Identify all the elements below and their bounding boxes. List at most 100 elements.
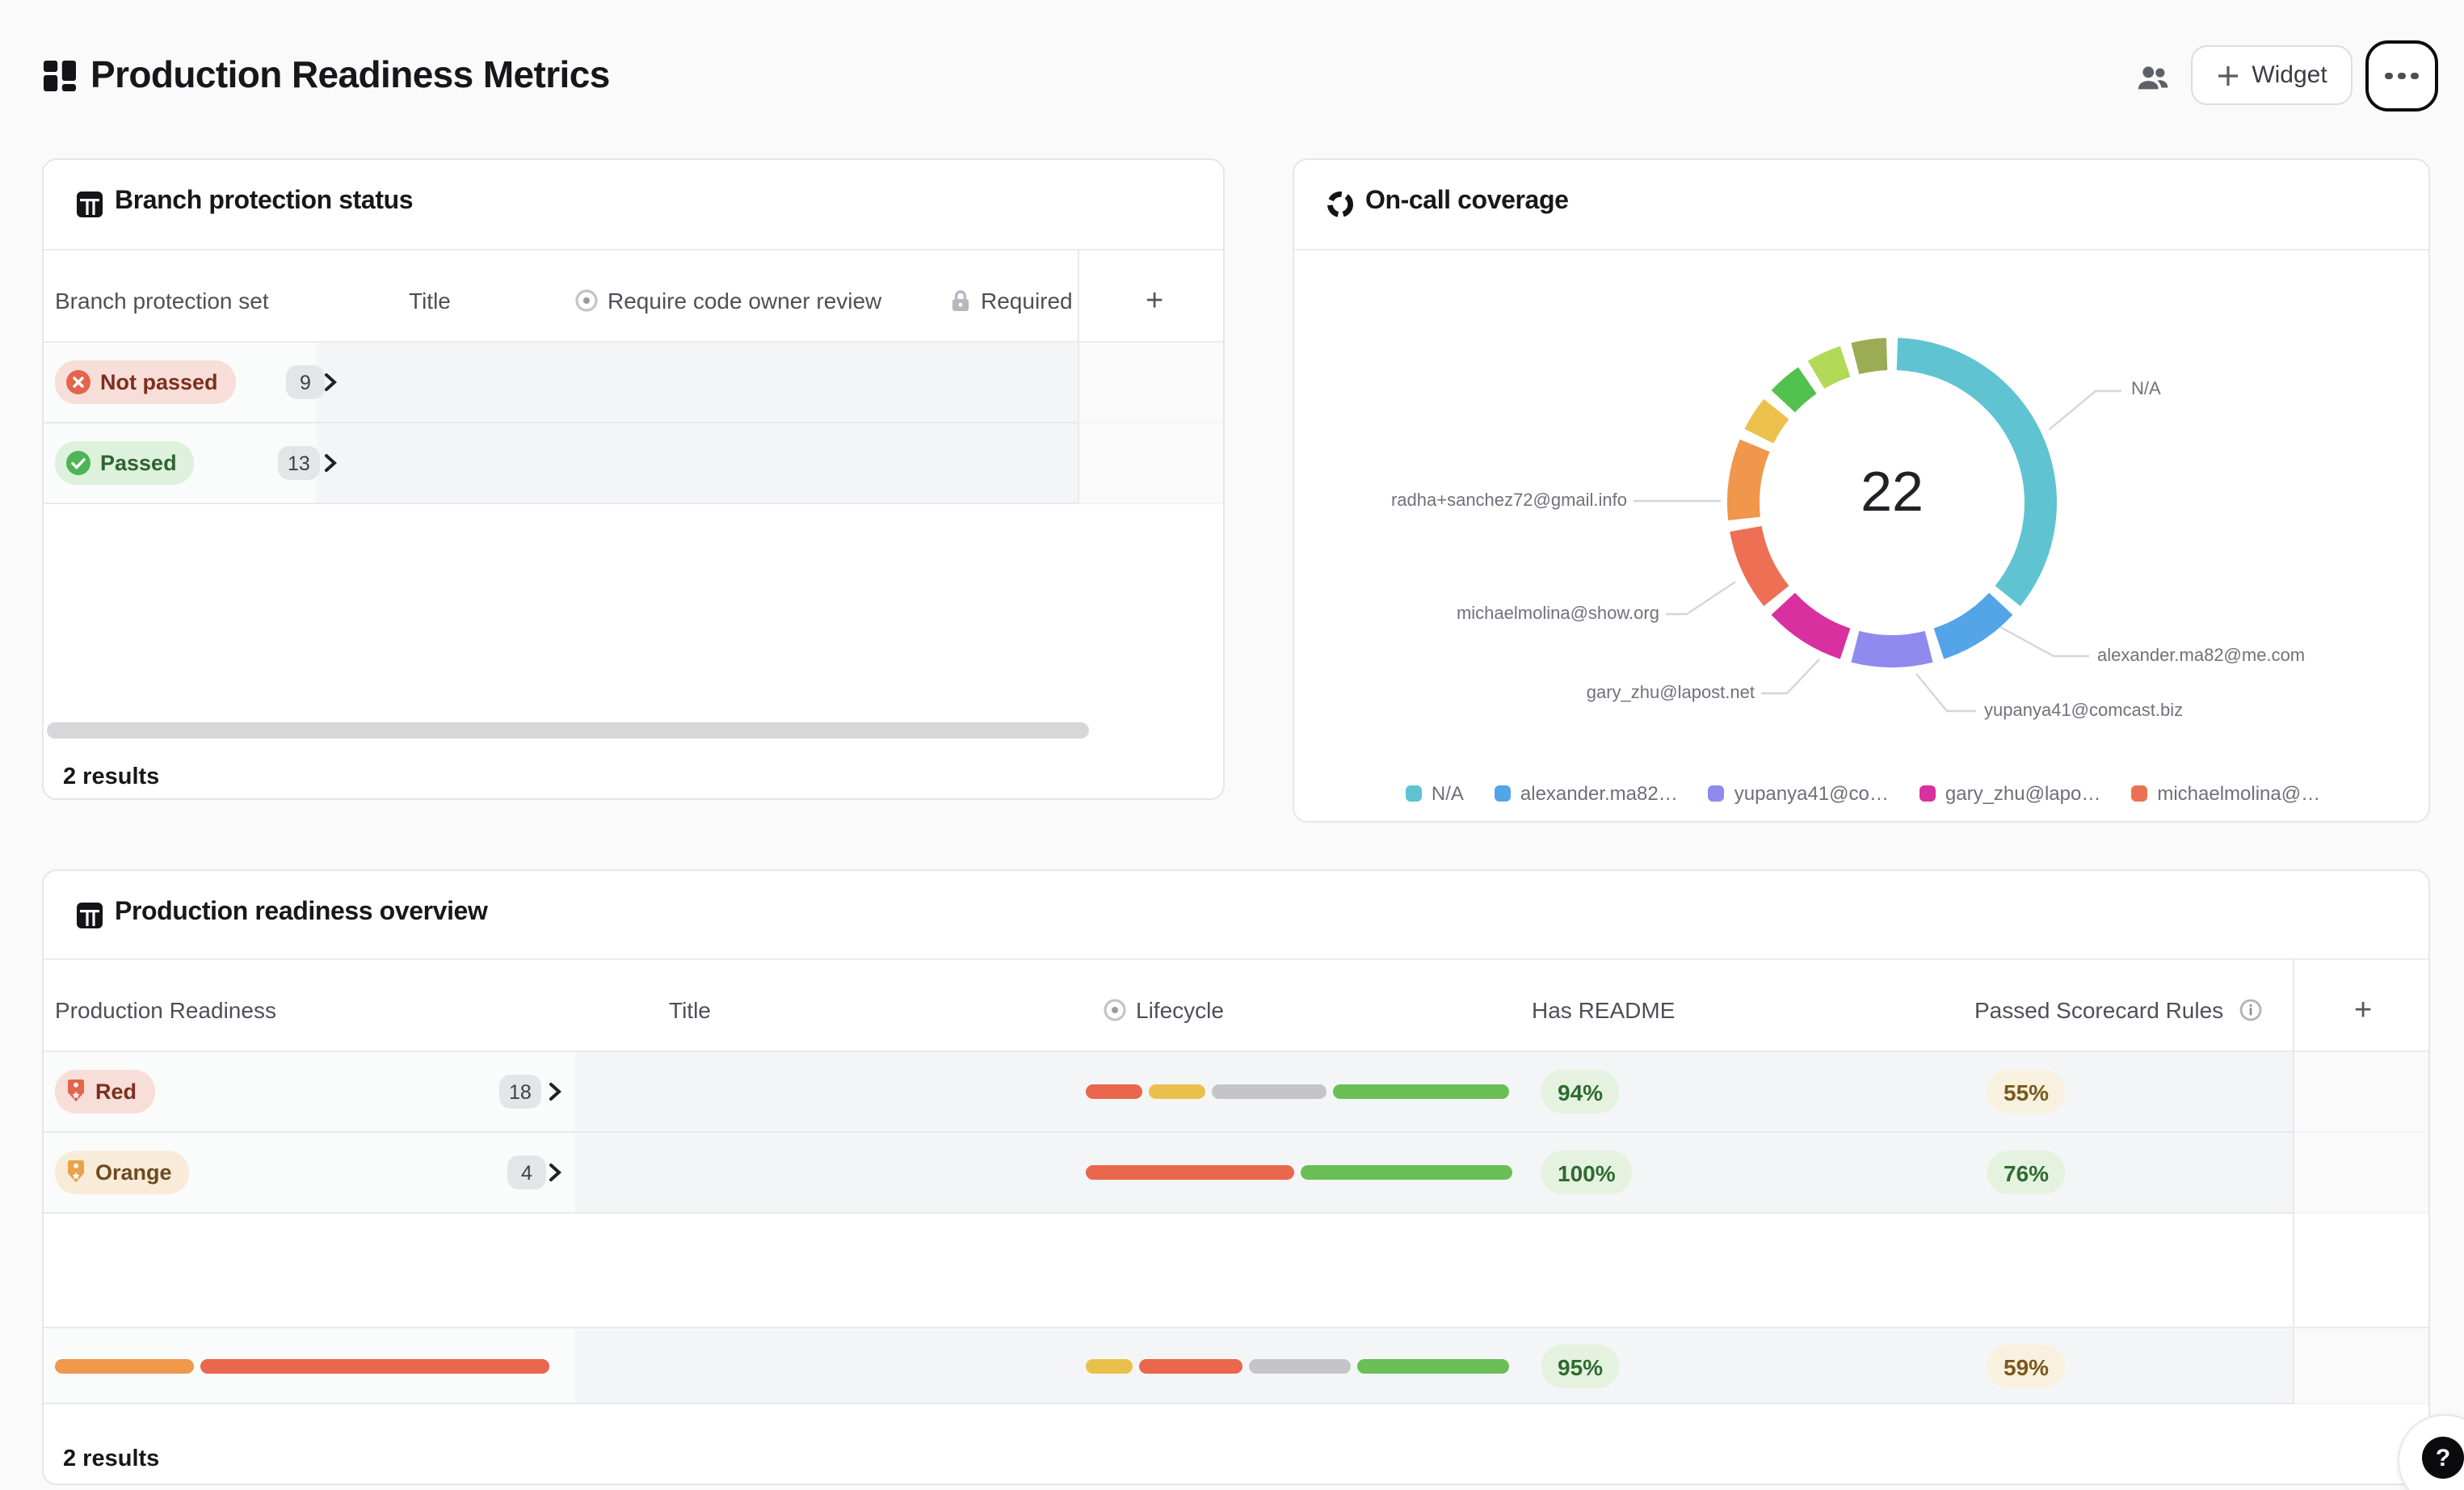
row-count: 9 xyxy=(286,365,325,399)
row-count: 13 xyxy=(278,446,320,480)
legend-swatch xyxy=(1495,785,1511,802)
readiness-summary-bars xyxy=(55,1359,549,1374)
donut-label-yupanya: yupanya41@comcast.biz xyxy=(1984,701,2183,721)
plus-icon xyxy=(2216,64,2239,86)
page-title: Production Readiness Metrics xyxy=(90,53,610,97)
donut-segment-unlabeled-2 xyxy=(1783,381,1807,402)
card-title: Production readiness overview xyxy=(115,899,487,928)
dashboard-icon xyxy=(44,58,78,92)
status-badge-passed[interactable]: Passed xyxy=(55,441,195,485)
results-count: 2 results xyxy=(63,1446,159,1472)
donut-segment-gary_zhu@lapost.net xyxy=(1783,604,1845,643)
table-row-passed[interactable]: Passed 13 xyxy=(44,423,1223,504)
check-circle-icon xyxy=(66,451,90,475)
legend-swatch xyxy=(1709,785,1725,802)
branch-protection-card: Branch protection status Branch protecti… xyxy=(42,158,1225,800)
add-widget-button[interactable]: Widget xyxy=(2191,45,2353,105)
info-icon[interactable] xyxy=(2239,999,2262,1021)
add-column-button[interactable]: + xyxy=(1146,284,1163,320)
column-lifecycle: Lifecycle xyxy=(1104,997,1224,1023)
table-row-not-passed[interactable]: Not passed 9 xyxy=(44,343,1223,423)
lifecycle-summary-bars xyxy=(1086,1359,1509,1374)
table-row-orange[interactable]: Orange 4 100% 76% xyxy=(44,1133,2428,1214)
donut-label-radha: radha+sanchez72@gmail.info xyxy=(1391,491,1627,511)
donut-icon xyxy=(1327,191,1354,218)
chart-legend: N/A alexander.ma82… yupanya41@co… gary_zhu@… xyxy=(1294,782,2430,805)
medal-icon xyxy=(66,1080,86,1104)
dashboard-page: Production Readiness Metrics Widget Bran… xyxy=(0,0,2464,1490)
table-icon xyxy=(76,191,103,218)
expand-chevron-icon[interactable] xyxy=(322,372,339,393)
has-readme-summary: 95% xyxy=(1541,1345,1619,1388)
medal-icon xyxy=(66,1160,86,1185)
column-production-readiness: Production Readiness xyxy=(55,997,276,1023)
donut-segment-alexander.ma82@me.com xyxy=(1939,604,2001,643)
donut-label-alexander: alexander.ma82@me.com xyxy=(2097,646,2305,666)
donut-segment-radha+sanchez72@gmail.info xyxy=(1743,445,1755,518)
column-divider xyxy=(2293,958,2294,1404)
donut-segment-unlabeled-4 xyxy=(1855,354,1886,359)
row-count: 4 xyxy=(507,1155,546,1189)
lifecycle-bars xyxy=(1086,1165,1512,1180)
legend-item[interactable]: yupanya41@co… xyxy=(1709,782,1889,805)
passed-rules-value: 76% xyxy=(1987,1151,2065,1194)
x-circle-icon xyxy=(66,370,90,394)
has-readme-value: 100% xyxy=(1541,1151,1632,1194)
table-row-red[interactable]: Red 18 94% 55% xyxy=(44,1052,2428,1133)
donut-svg xyxy=(1294,249,2430,823)
donut-segment-michaelmolina@show.org xyxy=(1746,529,1777,596)
legend-swatch xyxy=(1919,785,1936,802)
lock-icon xyxy=(950,289,971,312)
question-mark-icon: ? xyxy=(2422,1437,2464,1479)
add-widget-label: Widget xyxy=(2252,61,2327,89)
legend-item[interactable]: N/A xyxy=(1406,782,1464,805)
column-required: Required xyxy=(950,288,1078,314)
summary-row: 95% 59% xyxy=(44,1327,2428,1404)
add-column-area xyxy=(2294,1052,2430,1214)
branch-protection-card-header: Branch protection status xyxy=(44,160,1223,250)
expand-chevron-icon[interactable] xyxy=(546,1081,564,1102)
donut-label-gary-zhu: gary_zhu@lapost.net xyxy=(1587,684,1755,703)
card-title: On-call coverage xyxy=(1365,187,1569,217)
oncall-card-header: On-call coverage xyxy=(1294,160,2428,250)
table-icon xyxy=(76,902,103,929)
results-count: 2 results xyxy=(63,764,159,790)
passed-rules-value: 55% xyxy=(1987,1070,2065,1113)
add-column-area xyxy=(1079,343,1225,504)
readiness-badge-orange[interactable]: Orange xyxy=(55,1151,190,1194)
more-options-button[interactable] xyxy=(2365,40,2438,112)
column-title: Title xyxy=(409,288,451,314)
column-has-readme: Has README xyxy=(1532,997,1675,1023)
readiness-card-header: Production readiness overview xyxy=(44,871,2428,960)
circle-dot-icon xyxy=(575,289,598,312)
expand-chevron-icon[interactable] xyxy=(546,1162,564,1183)
dot xyxy=(2411,73,2419,80)
people-icon[interactable] xyxy=(2134,60,2172,97)
legend-item[interactable]: michaelmolina@… xyxy=(2131,782,2320,805)
legend-swatch xyxy=(1406,785,1422,802)
column-title: Title xyxy=(669,997,711,1023)
readiness-badge-red[interactable]: Red xyxy=(55,1070,154,1113)
legend-swatch xyxy=(2131,785,2147,802)
horizontal-scrollbar[interactable] xyxy=(47,722,1089,739)
expand-chevron-icon[interactable] xyxy=(322,452,339,474)
column-branch-protection-set: Branch protection set xyxy=(55,288,269,314)
donut-segment-unlabeled-3 xyxy=(1816,361,1845,374)
card-title: Branch protection status xyxy=(115,187,413,217)
donut-label-michaelmolina: michaelmolina@show.org xyxy=(1457,604,1659,624)
row-count: 18 xyxy=(499,1075,541,1109)
dot xyxy=(2399,73,2406,80)
column-require-code-owner-review: Require code owner review xyxy=(575,288,881,314)
donut-segment-unlabeled-1 xyxy=(1759,409,1776,436)
legend-item[interactable]: alexander.ma82… xyxy=(1495,782,1678,805)
dot xyxy=(2386,73,2393,80)
add-column-button[interactable]: + xyxy=(2354,994,2372,1029)
donut-total: 22 xyxy=(1795,461,1989,525)
column-passed-scorecard-rules: Passed Scorecard Rules xyxy=(1974,997,2262,1023)
status-badge-not-passed[interactable]: Not passed xyxy=(55,360,236,404)
production-readiness-card: Production readiness overview Production… xyxy=(42,869,2430,1485)
donut-label-na: N/A xyxy=(2131,380,2161,399)
legend-item[interactable]: gary_zhu@lapo… xyxy=(1919,782,2100,805)
column-divider xyxy=(1078,249,1079,504)
add-column-area xyxy=(2294,1328,2430,1404)
